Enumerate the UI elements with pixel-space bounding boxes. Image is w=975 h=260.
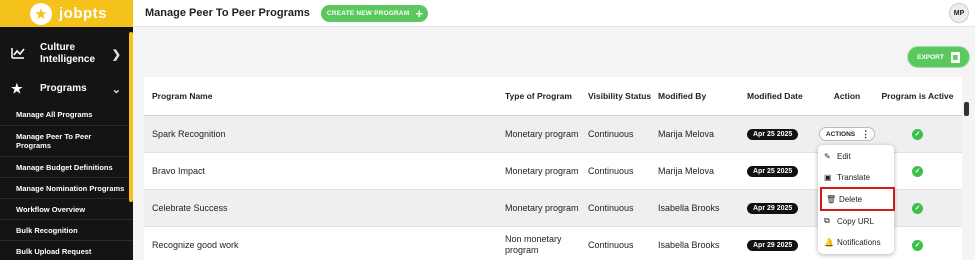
- top-header: Manage Peer To Peer Programs CREATE NEW …: [133, 0, 975, 27]
- sidebar-item-manage-budget-definitions[interactable]: Manage Budget Definitions: [0, 157, 133, 178]
- program-name-cell: Recognize good work: [152, 239, 239, 250]
- trash-icon: 🗑: [826, 194, 837, 204]
- program-type-cell: Monetary program: [505, 202, 579, 213]
- sidebar-section-label: Programs: [40, 83, 87, 94]
- sidebar-item-manage-nomination-programs[interactable]: Manage Nomination Programs: [0, 178, 133, 199]
- actions-dropdown-menu: ✎ Edit ▣ Translate 🗑 Delete ⧉ Copy URL 🔔…: [818, 145, 895, 254]
- more-vertical-icon: ⋮: [861, 128, 871, 139]
- menu-item-label: Delete: [839, 194, 863, 204]
- program-type-cell: Non monetary program: [505, 234, 562, 255]
- column-header-visibility[interactable]: Visibility Status: [588, 91, 658, 102]
- sidebar-item-label: Manage All Programs: [16, 109, 93, 119]
- sidebar-scrollbar[interactable]: [129, 32, 133, 202]
- program-name-cell: Bravo Impact: [152, 165, 206, 176]
- program-name-cell: Celebrate Success: [152, 202, 228, 213]
- create-new-program-button[interactable]: CREATE NEW PROGRAM +: [320, 4, 429, 22]
- check-circle-icon: ✓: [912, 165, 923, 177]
- bell-icon: 🔔: [824, 237, 834, 247]
- actions-button[interactable]: ACTIONS ⋮: [818, 127, 876, 141]
- modified-by-cell: Isabella Brooks: [658, 202, 720, 213]
- menu-item-copy-url[interactable]: ⧉ Copy URL: [818, 211, 894, 231]
- table-header-row: Program Name Type of Program Visibility …: [144, 77, 962, 116]
- modified-date-badge: Apr 29 2025: [747, 203, 799, 214]
- brand-bar[interactable]: ★ jobpts: [0, 0, 133, 27]
- actions-label: ACTIONS: [825, 130, 856, 138]
- check-circle-icon: ✓: [912, 128, 923, 140]
- visibility-cell: Continuous: [588, 128, 634, 139]
- program-type-cell: Monetary program: [505, 165, 579, 176]
- menu-item-delete[interactable]: 🗑 Delete: [820, 187, 895, 211]
- modified-by-cell: Marija Melova: [658, 165, 715, 176]
- sidebar-item-label: Bulk Upload Request: [16, 246, 92, 256]
- column-header-modified-by[interactable]: Modified By: [658, 91, 747, 102]
- menu-item-label: Notifications: [837, 237, 881, 247]
- visibility-cell: Continuous: [588, 165, 634, 176]
- sidebar-item-manage-peer-to-peer-programs[interactable]: Manage Peer To Peer Programs: [0, 126, 133, 157]
- avatar[interactable]: MP: [949, 3, 969, 23]
- column-header-program-name[interactable]: Program Name: [144, 91, 505, 102]
- sidebar-item-label: Manage Nomination Programs: [16, 183, 125, 193]
- sidebar-item-label: Manage Budget Definitions: [16, 162, 113, 172]
- modified-date-badge: Apr 25 2025: [747, 129, 799, 140]
- menu-item-label: Copy URL: [837, 216, 874, 226]
- brand-name: jobpts: [59, 5, 107, 22]
- sidebar-section-programs[interactable]: ★ Programs ⌄: [0, 75, 133, 103]
- translate-icon: ▣: [824, 172, 832, 182]
- export-label: EXPORT: [917, 53, 944, 61]
- star-icon: ★: [30, 2, 52, 25]
- visibility-cell: Continuous: [588, 239, 634, 250]
- menu-item-translate[interactable]: ▣ Translate: [818, 167, 894, 187]
- modified-date-badge: Apr 25 2025: [747, 166, 799, 177]
- star-icon: ★: [11, 81, 23, 96]
- pencil-icon: ✎: [824, 151, 831, 161]
- column-header-type[interactable]: Type of Program: [505, 91, 588, 102]
- program-type-cell: Monetary program: [505, 128, 579, 139]
- program-name-cell: Spark Recognition: [152, 128, 226, 139]
- spreadsheet-icon: ▦: [950, 51, 960, 63]
- export-button[interactable]: EXPORT ▦: [907, 46, 970, 68]
- modified-by-cell: Isabella Brooks: [658, 239, 720, 250]
- plus-icon: +: [415, 5, 424, 21]
- page-scrollbar[interactable]: [964, 102, 969, 116]
- chevron-right-icon: ❯: [111, 48, 121, 61]
- check-circle-icon: ✓: [912, 239, 923, 251]
- menu-item-label: Translate: [837, 172, 871, 182]
- sidebar-item-label: Bulk Recognition: [16, 225, 78, 235]
- column-header-modified-date[interactable]: Modified Date: [747, 91, 821, 102]
- copy-icon: ⧉: [824, 216, 830, 225]
- modified-date-badge: Apr 29 2025: [747, 240, 799, 251]
- modified-by-cell: Marija Melova: [658, 128, 715, 139]
- visibility-cell: Continuous: [588, 202, 634, 213]
- create-button-label: CREATE NEW PROGRAM: [326, 9, 410, 17]
- menu-item-label: Edit: [837, 151, 851, 161]
- sidebar-section-label: Culture Intelligence: [40, 42, 96, 65]
- sidebar-item-bulk-upload-request[interactable]: Bulk Upload Request: [0, 241, 133, 260]
- sidebar-item-workflow-overview[interactable]: Workflow Overview: [0, 199, 133, 220]
- check-circle-icon: ✓: [912, 202, 923, 214]
- sidebar-item-bulk-recognition[interactable]: Bulk Recognition: [0, 220, 133, 241]
- sidebar-item-label: Workflow Overview: [16, 204, 86, 214]
- sidebar: ★ jobpts Culture Intelligence ❯ ★ Progra…: [0, 0, 133, 260]
- sidebar-item-label: Manage Peer To Peer Programs: [16, 132, 92, 150]
- column-header-active: Program is Active: [881, 90, 954, 101]
- sidebar-item-manage-all-programs[interactable]: Manage All Programs: [0, 103, 133, 126]
- chart-line-icon: [11, 47, 27, 62]
- menu-item-edit[interactable]: ✎ Edit: [818, 146, 894, 166]
- sidebar-section-culture-intelligence[interactable]: Culture Intelligence ❯: [0, 33, 133, 75]
- column-header-action: Action: [833, 90, 861, 101]
- page-title: Manage Peer To Peer Programs: [145, 7, 310, 19]
- menu-item-notifications[interactable]: 🔔 Notifications: [818, 232, 894, 252]
- chevron-down-icon: ⌄: [111, 83, 121, 96]
